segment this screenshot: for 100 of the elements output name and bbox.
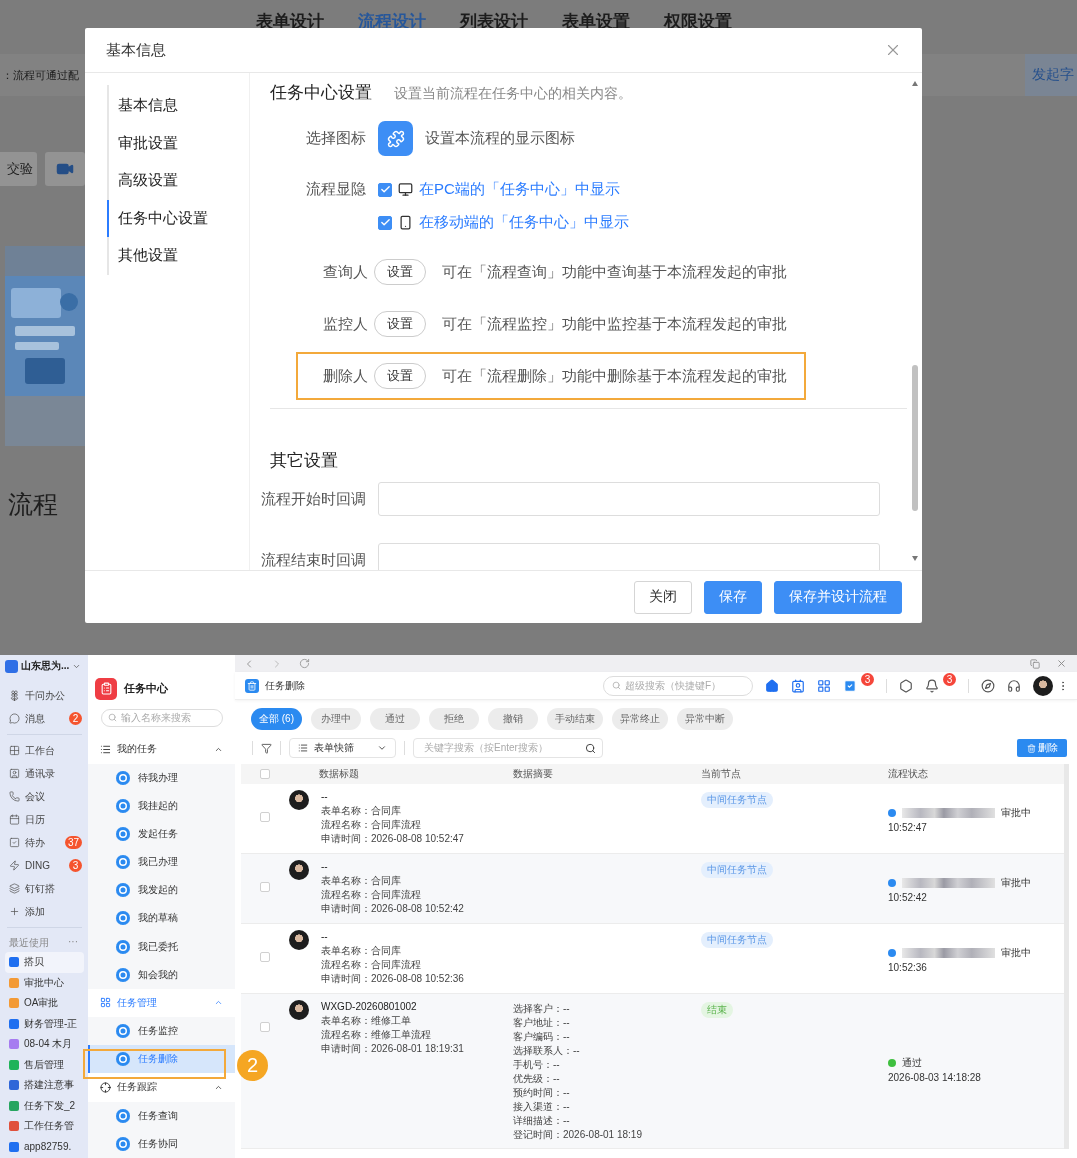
circle-icon: [116, 770, 130, 785]
recent-app[interactable]: 工作任务管: [5, 1116, 84, 1137]
nav-item[interactable]: 我的草稿: [88, 904, 235, 933]
restore-icon[interactable]: [1030, 658, 1040, 669]
checkbox[interactable]: [260, 812, 270, 822]
rail-item[interactable]: 消息: [25, 711, 45, 726]
section-title: 其它设置: [269, 450, 339, 472]
menu-item[interactable]: 审批设置: [107, 124, 249, 162]
node-tag: 结束: [701, 1002, 733, 1018]
bell-icon[interactable]: [925, 678, 939, 693]
menu-item[interactable]: 其他设置: [107, 237, 249, 275]
org-name[interactable]: 山东思为...: [21, 659, 70, 673]
set-button[interactable]: 设置: [374, 363, 426, 389]
filter-tab[interactable]: 异常中断: [677, 708, 733, 730]
quick-filter-dropdown[interactable]: 表单快筛: [289, 738, 396, 758]
recent-app[interactable]: 财务管理-正: [5, 1013, 84, 1034]
refresh-icon[interactable]: [299, 658, 310, 669]
recent-app[interactable]: OA审批: [5, 993, 84, 1014]
avatar: [289, 790, 309, 810]
rail-item[interactable]: 会议: [25, 789, 45, 804]
checkbox[interactable]: [260, 769, 270, 779]
summary-line: 预约时间：--: [513, 1086, 570, 1100]
rail-item[interactable]: 千问办公: [25, 688, 65, 703]
record-title: WXGD-20260801002: [321, 1000, 418, 1014]
nav-item[interactable]: 我挂起的: [88, 791, 235, 820]
summary-line: 登记时间：2026-08-01 18:19: [513, 1128, 642, 1142]
trash-icon: [1026, 743, 1036, 753]
task-icon[interactable]: [843, 678, 857, 693]
avatar: [289, 860, 309, 880]
nav-item[interactable]: 发起任务: [88, 819, 235, 849]
hexagon-icon[interactable]: [899, 678, 913, 693]
checkbox[interactable]: [378, 215, 392, 230]
circle-icon: [116, 798, 130, 813]
nav-item[interactable]: 知会我的: [88, 960, 235, 989]
trash-icon: [245, 678, 259, 693]
filter-tab[interactable]: 撤销: [488, 708, 538, 730]
set-button[interactable]: 设置: [374, 259, 426, 285]
set-button[interactable]: 设置: [374, 311, 426, 337]
circle-icon: [116, 855, 130, 870]
close-icon[interactable]: [1056, 658, 1067, 669]
checkbox[interactable]: [378, 182, 392, 197]
rail-item[interactable]: 日历: [25, 812, 45, 827]
filter-tab[interactable]: 通过: [370, 708, 420, 730]
home-icon[interactable]: [765, 678, 779, 693]
nav-item[interactable]: 任务监控: [88, 1017, 235, 1046]
checkbox-icon: [9, 837, 20, 848]
rail-item[interactable]: 添加: [25, 904, 45, 919]
filter-tab[interactable]: 异常终止: [612, 708, 668, 730]
nav-item[interactable]: 任务查询: [88, 1101, 235, 1130]
list-icon: [298, 743, 308, 753]
filter-tab[interactable]: 手动结束: [547, 708, 603, 730]
recent-app[interactable]: app82759.: [5, 1136, 84, 1157]
monitor-icon: [398, 182, 413, 197]
menu-item[interactable]: 高级设置: [107, 162, 249, 200]
avatar[interactable]: [1033, 675, 1053, 696]
rail-item[interactable]: 工作台: [25, 743, 55, 758]
rail-item[interactable]: 待办: [25, 835, 45, 850]
nav-item[interactable]: 待我办理: [88, 763, 235, 792]
rail-item[interactable]: 钉钉搭: [25, 881, 55, 896]
circle-icon: [116, 1052, 130, 1067]
filter-icon[interactable]: [261, 742, 272, 754]
filter-tab[interactable]: 办理中: [311, 708, 361, 730]
headset-icon[interactable]: [1007, 678, 1021, 693]
layers-icon: [9, 883, 20, 894]
nav-item[interactable]: 我已办理: [88, 848, 235, 877]
verify-button[interactable]: 交验: [0, 152, 37, 186]
icon-picker-button[interactable]: [378, 121, 413, 156]
recent-app[interactable]: 搭贝: [5, 952, 84, 973]
input-field[interactable]: [378, 543, 880, 570]
apps-icon[interactable]: [817, 678, 831, 693]
compass-icon[interactable]: [981, 678, 995, 693]
option-link[interactable]: 在PC端的「任务中心」中显示: [419, 180, 620, 199]
rail-item[interactable]: 通讯录: [25, 766, 55, 781]
video-button[interactable]: [45, 152, 85, 186]
menu-item[interactable]: 任务中心设置: [107, 199, 249, 237]
rail-item[interactable]: DING: [25, 860, 50, 871]
menu-item[interactable]: 基本信息: [107, 87, 249, 125]
nav-item[interactable]: 我已委托: [88, 932, 235, 961]
record-title: --: [321, 860, 329, 874]
input-field[interactable]: [378, 482, 880, 516]
nav-item[interactable]: 我发起的: [88, 876, 235, 905]
filter-tab[interactable]: 拒绝: [429, 708, 479, 730]
dialog-button[interactable]: 关闭: [634, 580, 692, 614]
recent-app[interactable]: 售后管理: [5, 1054, 84, 1075]
circle-icon: [116, 1108, 130, 1123]
node-tag: 中间任务节点: [701, 932, 773, 948]
status-time: 10:52:47: [888, 822, 927, 833]
delete-button[interactable]: 删除: [1017, 739, 1067, 757]
contact-icon[interactable]: [791, 678, 805, 693]
option-link[interactable]: 在移动端的「任务中心」中显示: [419, 213, 629, 232]
filter-tab[interactable]: 全部 (6): [251, 708, 302, 730]
nav-item[interactable]: 任务协同: [88, 1129, 235, 1158]
recent-app[interactable]: 审批中心: [5, 972, 84, 993]
section-title: 任务中心设置: [270, 82, 372, 104]
recent-app[interactable]: 搭建注意事: [5, 1075, 84, 1096]
checkbox[interactable]: [260, 1022, 270, 1032]
checkbox[interactable]: [260, 882, 270, 892]
checkbox[interactable]: [260, 952, 270, 962]
recent-app[interactable]: 任务下发_2: [5, 1095, 84, 1116]
recent-app[interactable]: 08-04 木月: [5, 1034, 84, 1055]
